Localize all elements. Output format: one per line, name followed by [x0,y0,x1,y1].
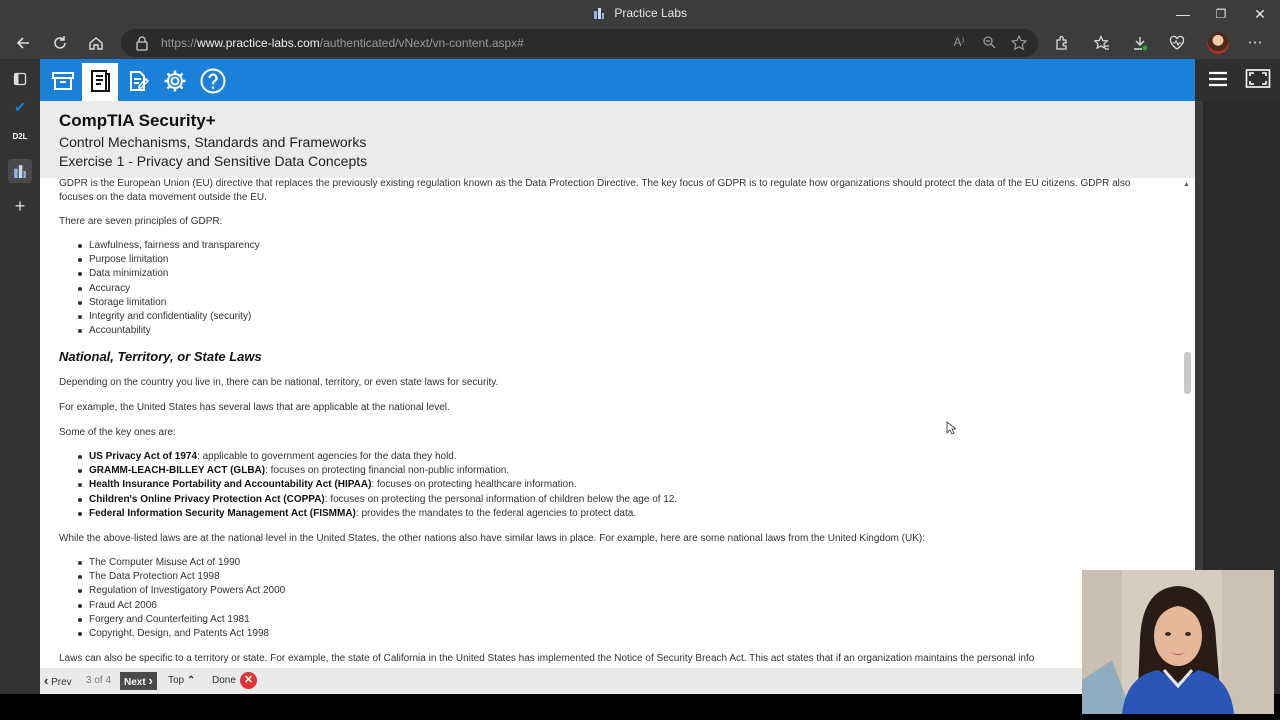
list-item: Copyright, Design, and Patents Act 1998 [77,627,285,641]
vertical-tab-strip: ✔ D2L + [0,59,40,694]
scroll-up-arrow-icon[interactable]: ▲ [1183,181,1190,188]
lab-toolbar [40,59,1195,101]
back-icon[interactable] [9,30,37,56]
list-item: Federal Information Security Management … [77,507,677,521]
course-title: CompTIA Security+ [59,111,216,130]
url-text[interactable]: https://www.practice-labs.com/authentica… [161,36,524,50]
home-icon[interactable] [82,30,110,56]
lab-content: GDPR is the European Union (EU) directiv… [40,178,1180,668]
module-title: Control Mechanisms, Standards and Framew… [59,134,367,150]
list-item: Forgery and Counterfeiting Act 1981 [77,613,285,627]
list-item: Accuracy [78,282,260,296]
prev-button[interactable]: ‹ Prev [44,672,72,690]
list-item: Accountability [78,324,260,338]
mouse-cursor-icon [946,421,956,435]
next-button[interactable]: Next › [120,672,157,690]
help-icon[interactable] [195,63,231,99]
paragraph: For example, the United States has sever… [59,402,450,413]
practice-labs-tab-icon[interactable] [8,159,32,183]
paragraph: Depending on the country you live in, th… [59,377,499,388]
list-item: The Computer Misuse Act of 1990 [77,556,285,570]
list-item: Children's Online Privacy Protection Act… [77,493,677,507]
paragraph: Laws can also be specific to a territory… [59,653,1035,664]
lab-manual-icon[interactable] [82,63,118,101]
window-title-bar: Practice Labs — ❐ ✕ [0,0,1280,28]
profile-avatar[interactable] [1207,32,1229,54]
lab-page: CompTIA Security+ Control Mechanisms, St… [40,59,1195,694]
gdpr-principles-list: Lawfulness, fairness and transparency Pu… [78,239,260,338]
top-button[interactable]: Top ⌃ [168,672,195,690]
refresh-icon[interactable] [46,30,74,56]
checkmark-tab-icon[interactable]: ✔ [8,95,32,119]
chevron-up-icon: ⌃ [186,675,196,686]
list-item: GRAMM-LEACH-BILLEY ACT (GLBA): focuses o… [77,464,677,478]
gdpr-intro-paragraph: GDPR is the European Union (EU) directiv… [59,178,1131,203]
downloads-icon[interactable] [1128,32,1152,54]
close-circle-icon[interactable]: ✕ [240,672,257,689]
menu-icon[interactable] [1207,68,1235,92]
list-item: Regulation of Investigatory Powers Act 2… [77,584,285,598]
fullscreen-icon[interactable] [1245,68,1273,92]
webcam-overlay [1082,570,1274,714]
close-button[interactable]: ✕ [1240,2,1280,26]
settings-icon[interactable] [157,63,193,99]
list-item: Fraud Act 2006 [77,599,285,613]
principles-intro: There are seven principles of GDPR: [59,216,223,227]
us-laws-list: US Privacy Act of 1974: applicable to go… [77,450,677,521]
address-bar[interactable]: https://www.practice-labs.com/authentica… [121,29,1038,57]
scrollbar-thumb[interactable] [1184,352,1191,394]
paragraph: Some of the key ones are: [59,427,176,438]
archive-icon[interactable] [45,63,81,99]
browser-essentials-icon[interactable] [1165,32,1189,54]
notes-icon[interactable] [120,63,156,99]
list-item: The Data Protection Act 1998 [77,570,285,584]
more-icon[interactable]: ⋯ [1243,32,1267,54]
list-item: Data minimization [78,267,260,281]
window-title: Practice Labs [614,6,688,20]
extensions-icon[interactable] [1050,32,1074,54]
done-button[interactable]: Done [212,672,236,690]
d2l-tab-icon[interactable]: D2L [8,125,32,149]
lock-icon[interactable] [135,35,149,51]
favorites-icon[interactable] [1090,32,1114,54]
page-counter: 3 of 4 [86,675,112,686]
list-item: Health Insurance Portability and Account… [77,478,677,492]
exercise-header: CompTIA Security+ Control Mechanisms, St… [40,101,1195,178]
maximize-button[interactable]: ❐ [1201,2,1241,26]
bottom-navigation: ‹ Prev 3 of 4 Next › Top ⌃ Done ✕ [40,668,1195,694]
exercise-title: Exercise 1 - Privacy and Sensitive Data … [59,153,368,169]
paragraph: While the above-listed laws are at the n… [59,533,925,544]
practice-labs-app-icon [593,8,604,19]
browser-toolbar: https://www.practice-labs.com/authentica… [0,28,1280,59]
list-item: Integrity and confidentiality (security) [78,310,260,324]
minimize-button[interactable]: — [1163,2,1203,26]
list-item: Lawfulness, fairness and transparency [78,239,260,253]
list-item: Purpose limitation [78,253,260,267]
chevron-left-icon: ‹ [44,673,49,688]
new-tab-icon[interactable]: + [8,194,32,218]
add-favorite-icon[interactable] [1010,34,1028,51]
chevron-right-icon: › [148,673,153,688]
tab-actions-icon[interactable] [8,67,32,91]
list-item: Storage limitation [78,296,260,310]
read-aloud-icon[interactable]: A⁾ [950,35,968,51]
section-heading: National, Territory, or State Laws [59,349,262,364]
uk-laws-list: The Computer Misuse Act of 1990 The Data… [77,556,285,641]
list-item: US Privacy Act of 1974: applicable to go… [77,450,677,464]
zoom-icon[interactable] [980,35,998,51]
